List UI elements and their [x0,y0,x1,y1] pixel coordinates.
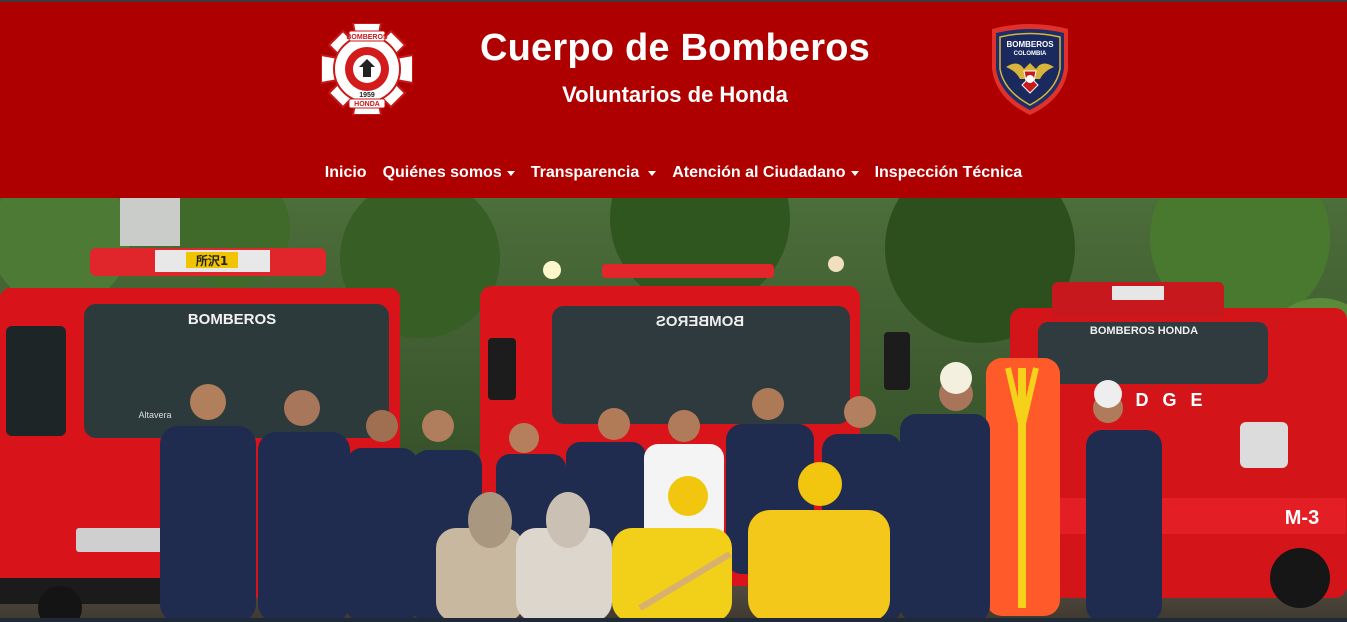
chevron-down-icon [506,170,515,176]
nav-label-inspeccion-tecnica: Inspección Técnica [874,164,1023,181]
fire-truck-right: BOMBEROS HONDA DGE M-3 [1010,282,1347,608]
right-truck-windshield-text: BOMBEROS HONDA [1090,325,1198,337]
nav-item-inicio[interactable]: Inicio [317,160,375,186]
chevron-down-icon [850,170,859,176]
bomberos-colombia-shield-logo[interactable]: BOMBEROS COLOMBIA [984,23,1076,117]
shield-text-bottom: COLOMBIA [1014,51,1047,57]
center-truck-windshield-text: BOMBEROS [656,313,744,330]
nav-item-atencion-ciudadano[interactable]: Atención al Ciudadano [664,160,866,186]
chevron-down-icon [648,170,657,176]
nav-label-quienes-somos: Quiénes somos [382,164,502,181]
logo-top-text: BOMBEROS [346,34,388,41]
fire-department-cross-logo[interactable]: BOMBEROS 1959 HONDA [320,22,414,116]
logo-bottom-text: HONDA [354,101,380,108]
logo-year-text: 1959 [359,92,375,99]
main-navigation: Inicio Quiénes somos Transparencia Atenc… [0,160,1347,186]
shield-text-top: BOMBEROS [1006,40,1054,49]
nav-item-inspeccion-tecnica[interactable]: Inspección Técnica [867,160,1031,186]
nav-label-transparencia: Transparencia [530,164,640,181]
nav-label-atencion-ciudadano: Atención al Ciudadano [672,164,846,181]
bottom-border [0,618,1347,622]
nav-label-inicio: Inicio [324,164,367,181]
nav-item-transparencia[interactable]: Transparencia [523,160,665,186]
site-subtitle: Voluntarios de Honda [562,82,788,107]
site-header: BOMBEROS 1959 HONDA Cuerpo de Bomberos V… [0,2,1347,198]
nav-item-quienes-somos[interactable]: Quiénes somos [375,160,523,186]
hero-image-firefighters-trucks: 所沢1 BOMBEROS Altavera BOMBEROS BOMBEROS … [0,198,1347,622]
site-title: Cuerpo de Bomberos [480,27,870,69]
left-truck-windshield-text: BOMBEROS [188,311,276,328]
left-lightbar-text: 所沢1 [196,253,228,268]
right-truck-unit-text: M-3 [1285,507,1319,529]
right-truck-grille-text: DGE [1135,390,1216,410]
left-truck-cab-text: Altavera [138,410,171,420]
